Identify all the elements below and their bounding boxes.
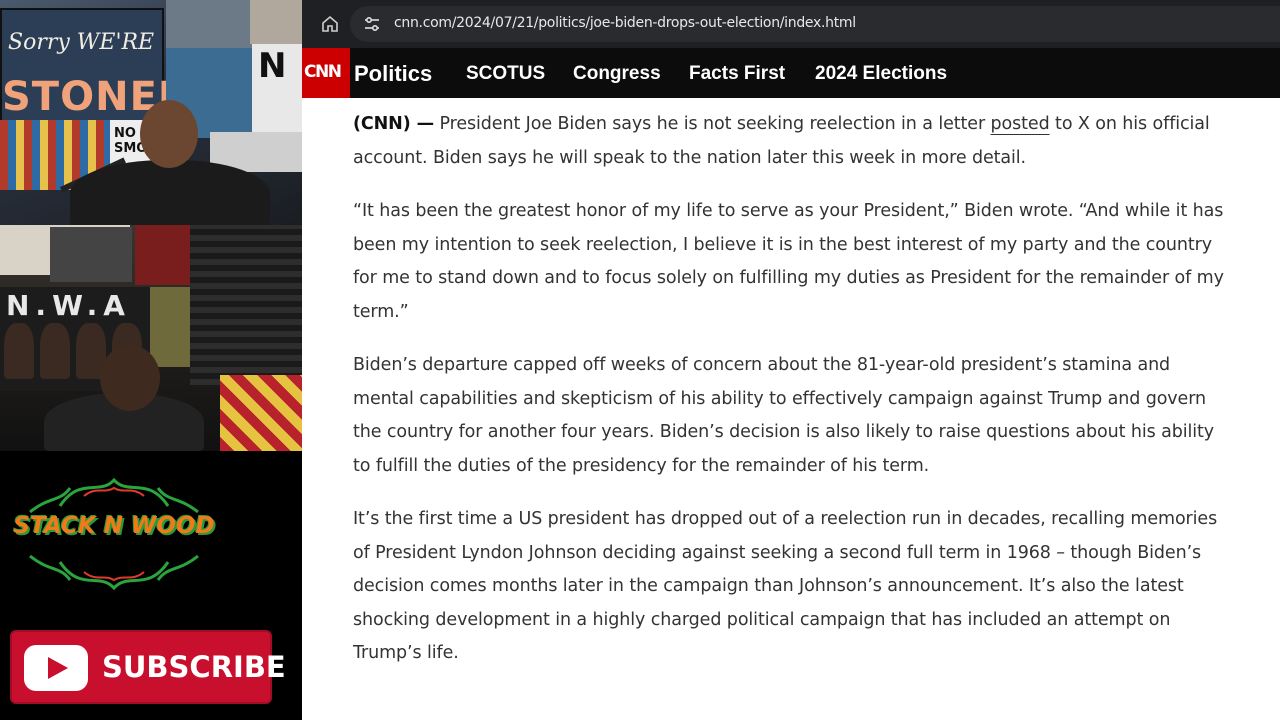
poster-nwa-text: N.W.A xyxy=(6,289,131,322)
cohost-head xyxy=(100,345,160,411)
article-paragraph: (CNN) — President Joe Biden says he is n… xyxy=(353,108,1233,175)
article-dateline: (CNN) — xyxy=(353,114,435,134)
site-settings-icon[interactable] xyxy=(362,14,382,34)
streamer-body xyxy=(70,160,270,225)
cnn-logo-text: CNN xyxy=(304,62,342,82)
browser-toolbar: cnn.com/2024/07/21/politics/joe-biden-dr… xyxy=(302,0,1280,48)
section-title-politics[interactable]: Politics xyxy=(354,61,432,87)
poster xyxy=(220,375,302,451)
nav-item-congress[interactable]: Congress xyxy=(573,63,661,85)
article-paragraph: Biden’s departure capped off weeks of co… xyxy=(353,355,1215,476)
webcam-bottom: N.W.A xyxy=(0,225,302,451)
article-paragraph: “It has been the greatest honor of my li… xyxy=(353,201,1224,322)
nav-item-facts-first[interactable]: Facts First xyxy=(689,63,785,85)
article-paragraph: It’s the first time a US president has d… xyxy=(353,509,1218,663)
stream-overlay: Sorry WE'RE STONED N NO SMOK N.W.A STACK… xyxy=(0,0,302,720)
poster xyxy=(135,225,195,285)
url-text[interactable]: cnn.com/2024/07/21/politics/joe-biden-dr… xyxy=(394,15,856,31)
stack-n-wood-logo-text: STACK N WOOD xyxy=(13,513,215,539)
article-body: (CNN) — President Joe Biden says he is n… xyxy=(353,108,1233,691)
poster-letter-text: N xyxy=(258,46,287,86)
youtube-play-icon xyxy=(24,645,88,691)
cnn-logo[interactable]: CNN xyxy=(302,48,350,98)
poster xyxy=(150,287,190,367)
posted-link[interactable]: posted xyxy=(991,114,1050,134)
nav-item-scotus[interactable]: SCOTUS xyxy=(466,63,545,85)
poster-sorry-were-stoned: Sorry WE'RE STONED xyxy=(0,8,191,124)
poster-face xyxy=(4,323,34,379)
article-text: President Joe Biden says he is not seeki… xyxy=(434,114,991,134)
poster-face xyxy=(40,323,70,379)
subscribe-button[interactable]: SUBSCRIBE xyxy=(10,630,286,704)
poster xyxy=(50,227,132,282)
nav-item-2024-elections[interactable]: 2024 Elections xyxy=(815,63,947,85)
browser-window: cnn.com/2024/07/21/politics/joe-biden-dr… xyxy=(302,0,1280,720)
poster-sign-line1: Sorry WE'RE xyxy=(8,30,155,55)
poster xyxy=(166,0,256,48)
streamer-head xyxy=(140,100,198,168)
poster-letter: N xyxy=(252,44,302,138)
home-icon[interactable] xyxy=(320,14,340,34)
cnn-nav-bar: CNN Politics SCOTUS Congress Facts First… xyxy=(302,48,1280,98)
webcam-top: Sorry WE'RE STONED N NO SMOK xyxy=(0,0,302,225)
subscribe-label: SUBSCRIBE xyxy=(102,650,286,684)
acoustic-foam xyxy=(190,225,302,385)
poster xyxy=(250,0,302,44)
stack-n-wood-logo: STACK N WOOD xyxy=(0,466,228,600)
